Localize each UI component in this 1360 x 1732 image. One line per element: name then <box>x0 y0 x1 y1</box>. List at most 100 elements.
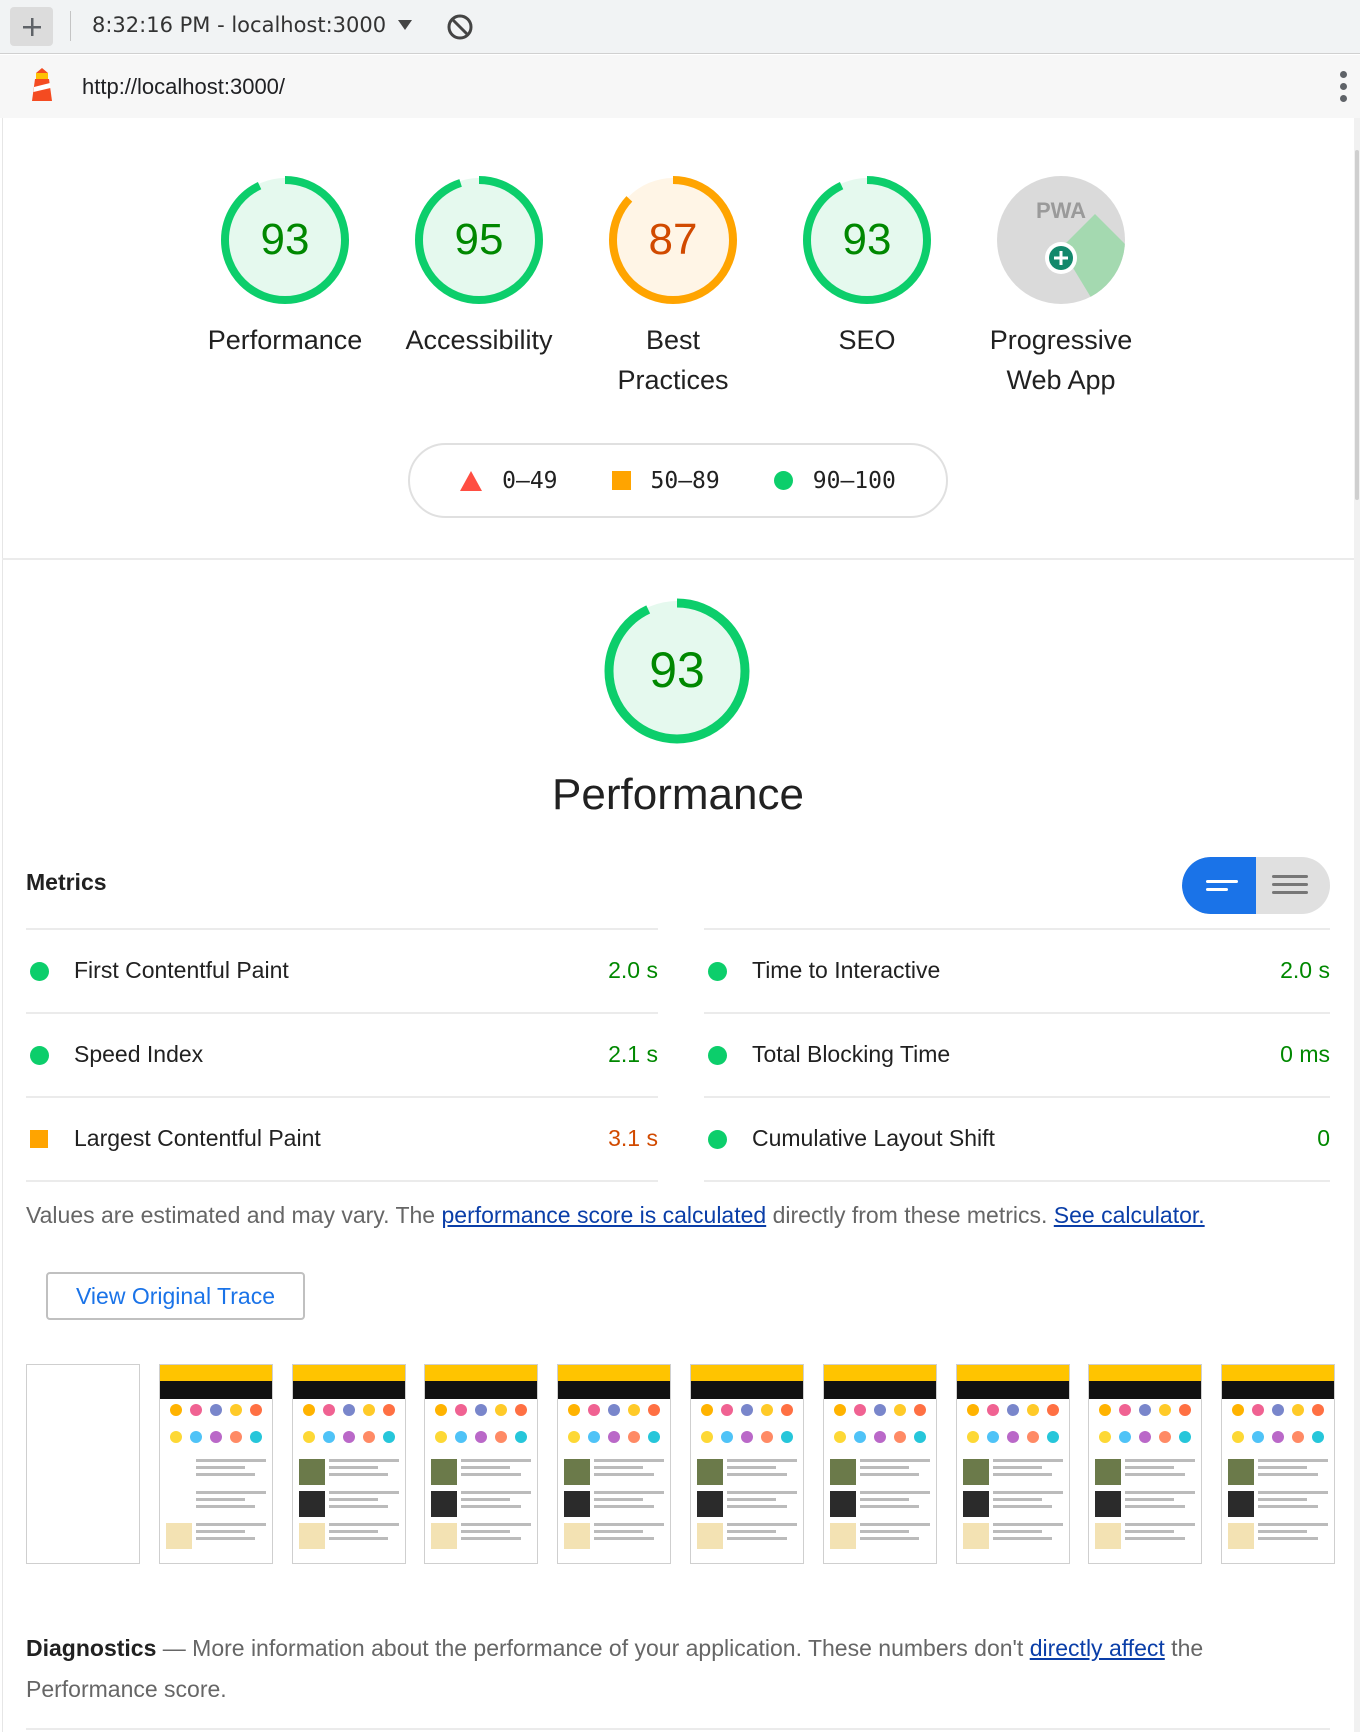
filmstrip <box>26 1364 1336 1564</box>
circle-icon <box>773 471 793 490</box>
metrics-column-left: First Contentful Paint 2.0 s Speed Index… <box>26 928 658 1182</box>
report-url: http://localhost:3000/ <box>82 74 286 99</box>
metric-value: 2.1 s <box>608 1041 658 1067</box>
performance-title: Performance <box>552 770 804 819</box>
detail-view-icon[interactable] <box>1256 857 1330 914</box>
caret-down-icon <box>398 20 413 30</box>
legend-average-label: 50–89 <box>650 467 720 494</box>
filmstrip-frame <box>690 1364 804 1564</box>
metrics-note: Values are estimated and may vary. The p… <box>26 1202 1205 1229</box>
metric-name: Total Blocking Time <box>752 1041 951 1067</box>
gauge-label: Best Practices <box>617 325 729 395</box>
filmstrip-frame <box>424 1364 539 1564</box>
legend-pass: 90–100 <box>773 467 896 494</box>
score-legend: 0–49 50–89 90–100 <box>408 443 948 518</box>
legend-average: 50–89 <box>611 467 720 494</box>
pass-circle-icon <box>708 1130 727 1149</box>
gauge-accessibility[interactable]: 95 Accessibility <box>382 174 576 360</box>
metric-total-blocking-time: Total Blocking Time 0 ms <box>704 1012 1330 1096</box>
category-gauges: 93 Performance 95 Accessibility 87 Best … <box>188 174 1148 414</box>
gauge-best-practices[interactable]: 87 Best Practices <box>576 174 770 400</box>
diagnostics-rule <box>26 1728 1330 1730</box>
metric-name: Largest Contentful Paint <box>74 1125 321 1151</box>
scrollbar-thumb[interactable] <box>1355 150 1359 500</box>
note-text: Values are estimated and may vary. The <box>26 1202 442 1228</box>
triangle-icon <box>460 470 483 491</box>
filmstrip-frame <box>1221 1364 1336 1564</box>
metrics-bottom-rule <box>26 1180 658 1182</box>
metric-cumulative-layout-shift: Cumulative Layout Shift 0 <box>704 1096 1330 1180</box>
filmstrip-frame <box>822 1364 937 1564</box>
metrics-heading: Metrics <box>26 869 107 895</box>
filmstrip-frame <box>557 1364 672 1564</box>
gauge-ring: 93 <box>604 598 750 744</box>
metrics-bottom-rule <box>704 1180 1330 1182</box>
filmstrip-frame <box>955 1364 1070 1564</box>
metric-name: First Contentful Paint <box>74 957 289 983</box>
gauge-label: Performance <box>207 325 363 355</box>
note-text-mid: directly from these metrics. <box>766 1202 1048 1228</box>
legend-pass-label: 90–100 <box>812 467 896 494</box>
metric-speed-index: Speed Index 2.1 s <box>26 1012 658 1096</box>
report-session-label: 8:32:16 PM - localhost:3000 <box>92 13 387 37</box>
gauge-performance[interactable]: 93 Performance <box>188 174 382 360</box>
filmstrip-frame <box>291 1364 406 1564</box>
metric-first-contentful-paint: First Contentful Paint 2.0 s <box>26 928 658 1012</box>
kebab-menu-icon[interactable] <box>1340 71 1348 107</box>
new-report-button[interactable] <box>10 7 53 46</box>
metric-value: 2.0 s <box>608 957 658 983</box>
svg-text:93: 93 <box>843 215 892 264</box>
gauge-pwa[interactable]: PWA Progressive Web App <box>964 174 1158 400</box>
metrics-column-right: Time to Interactive 2.0 s Total Blocking… <box>704 928 1330 1182</box>
toolbar-separator <box>70 11 71 41</box>
metric-largest-contentful-paint: Largest Contentful Paint 3.1 s <box>26 1096 658 1180</box>
pass-circle-icon <box>30 962 49 981</box>
filmstrip-frame <box>26 1364 140 1564</box>
devtools-toolbar: 8:32:16 PM - localhost:3000 <box>0 0 1360 54</box>
svg-text:95: 95 <box>455 215 504 264</box>
directly-affect-link[interactable]: directly affect <box>1030 1635 1165 1661</box>
score-calculated-link[interactable]: performance score is calculated <box>441 1202 766 1228</box>
metric-name: Speed Index <box>74 1041 204 1067</box>
pass-circle-icon <box>30 1046 49 1065</box>
report-url-bar: http://localhost:3000/ <box>0 55 1360 118</box>
legend-fail-label: 0–49 <box>502 467 558 494</box>
diagnostics-title: Diagnostics <box>26 1635 157 1661</box>
metric-value: 0 <box>1317 1125 1330 1151</box>
svg-text:87: 87 <box>649 215 698 264</box>
plus-icon <box>22 17 41 36</box>
svg-text:93: 93 <box>649 642 705 698</box>
gauge-ring: 93 <box>221 176 349 304</box>
diagnostics-dash: — <box>156 1635 193 1661</box>
filmstrip-frame <box>1088 1364 1203 1564</box>
performance-gauge: 93 <box>602 596 752 751</box>
gauge-label: SEO <box>838 325 896 355</box>
square-icon <box>611 471 631 490</box>
metric-name: Cumulative Layout Shift <box>752 1125 995 1151</box>
clear-reports-button[interactable] <box>446 13 474 46</box>
metric-value: 3.1 s <box>608 1125 658 1151</box>
svg-text:93: 93 <box>261 215 310 264</box>
filmstrip-frame <box>158 1364 273 1564</box>
svg-text:PWA: PWA <box>1036 198 1086 223</box>
metric-name: Time to Interactive <box>752 957 941 983</box>
gauge-label: Progressive Web App <box>989 325 1133 395</box>
report-session-select[interactable]: 8:32:16 PM - localhost:3000 <box>92 13 413 37</box>
gauge-label: Accessibility <box>405 325 553 355</box>
gauge-ring: 95 <box>415 176 543 304</box>
block-icon <box>447 14 473 40</box>
pass-circle-icon <box>708 962 727 981</box>
diagnostics-description: Diagnostics — More information about the… <box>26 1628 1326 1710</box>
list-view-icon[interactable] <box>1182 857 1256 914</box>
section-divider <box>2 558 1354 560</box>
pwa-badge-icon: PWA <box>997 176 1125 304</box>
average-square-icon <box>30 1130 48 1148</box>
gauge-seo[interactable]: 93 SEO <box>770 174 964 360</box>
gauge-ring: 93 <box>803 176 931 304</box>
see-calculator-link[interactable]: See calculator. <box>1054 1202 1205 1228</box>
metric-value: 2.0 s <box>1280 957 1330 983</box>
metric-value: 0 ms <box>1280 1041 1330 1067</box>
gauge-ring: 87 <box>609 176 737 304</box>
metrics-view-toggle[interactable] <box>1182 857 1330 914</box>
view-original-trace-button[interactable]: View Original Trace <box>46 1272 305 1320</box>
